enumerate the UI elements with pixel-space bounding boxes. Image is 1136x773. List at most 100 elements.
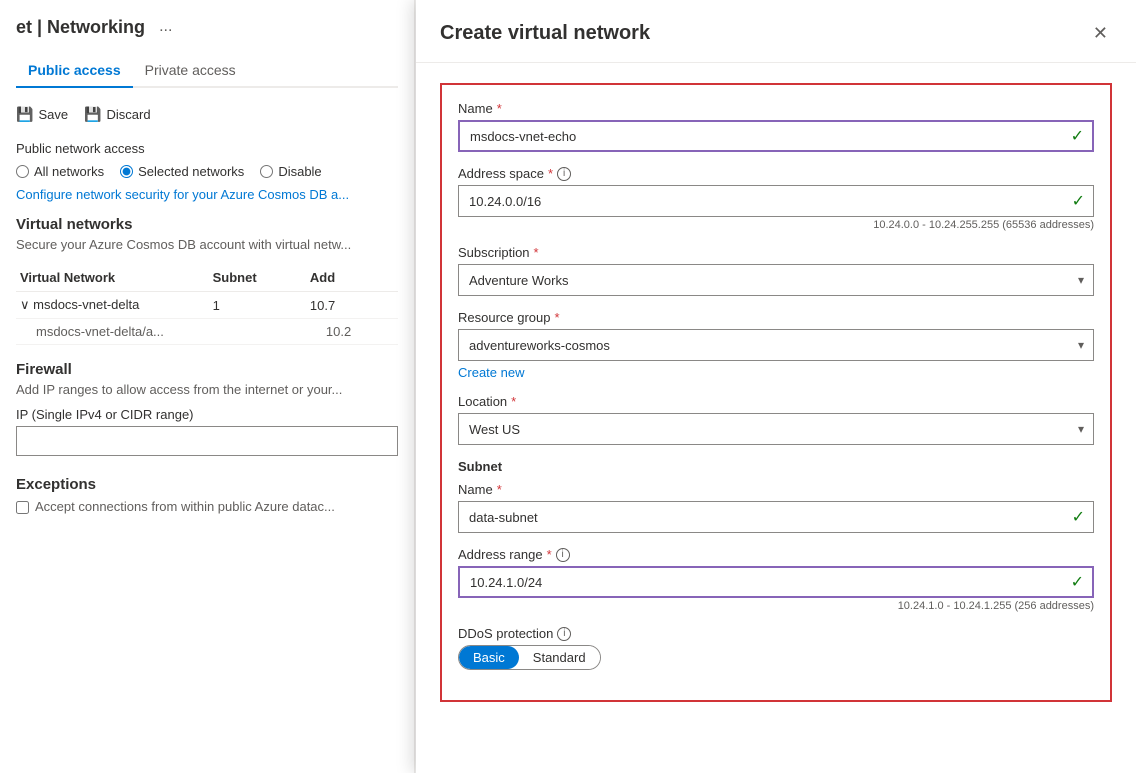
subscription-select-wrap: Adventure Works ▾	[458, 264, 1094, 296]
address-space-label: Address space * i	[458, 166, 1094, 181]
configure-network-link[interactable]: Configure network security for your Azur…	[16, 187, 398, 202]
subscription-select[interactable]: Adventure Works	[458, 264, 1094, 296]
resource-group-select[interactable]: adventureworks-cosmos	[458, 329, 1094, 361]
exception-checkbox[interactable]	[16, 501, 29, 514]
location-select-wrap: West US ▾	[458, 413, 1094, 445]
save-icon: 💾	[16, 106, 33, 123]
ddos-label: DDoS protection i	[458, 626, 1094, 641]
page-title: et | Networking	[16, 17, 145, 38]
address-space-field-group: Address space * i ✓ 10.24.0.0 - 10.24.25…	[458, 166, 1094, 231]
resource-group-select-wrap: adventureworks-cosmos ▾	[458, 329, 1094, 361]
subscription-field-group: Subscription * Adventure Works ▾	[458, 245, 1094, 296]
radio-all-networks[interactable]: All networks	[16, 164, 104, 179]
name-required: *	[497, 101, 502, 116]
vnet-name-cell: ∨ msdocs-vnet-delta	[16, 292, 209, 319]
ip-input[interactable]	[16, 426, 398, 456]
firewall-desc: Add IP ranges to allow access from the i…	[16, 382, 398, 397]
table-row: msdocs-vnet-delta/a... 10.2	[16, 319, 398, 345]
ip-label: IP (Single IPv4 or CIDR range)	[16, 407, 398, 422]
name-input[interactable]	[470, 129, 1082, 144]
form-box: Name * ✓ Address space * i	[440, 83, 1112, 702]
address-space-info-icon[interactable]: i	[557, 167, 571, 181]
subnet-name-input[interactable]	[469, 510, 1083, 525]
exception-checkbox-item[interactable]: Accept connections from within public Az…	[16, 499, 398, 514]
address-range-input-box: ✓	[458, 566, 1094, 598]
save-button[interactable]: 💾 Save	[16, 102, 68, 127]
name-check-icon: ✓	[1071, 126, 1084, 146]
resource-group-label: Resource group *	[458, 310, 1094, 325]
address-range-required: *	[547, 547, 552, 562]
discard-button[interactable]: 💾 Discard	[84, 102, 151, 127]
address-range-label: Address range * i	[458, 547, 1094, 562]
address-space-input-wrap: ✓	[458, 185, 1094, 217]
location-field-group: Location * West US ▾	[458, 394, 1094, 445]
radio-disable[interactable]: Disable	[260, 164, 321, 179]
subnet-name-input-wrap: ✓	[458, 501, 1094, 533]
subnet-name-cell: msdocs-vnet-delta/a...	[16, 319, 209, 345]
panel-title: Create virtual network	[440, 22, 650, 45]
address-range-check-icon: ✓	[1071, 572, 1084, 592]
ddos-basic-option[interactable]: Basic	[459, 646, 519, 669]
subnet-section-title: Subnet	[458, 459, 1094, 474]
address-space-hint: 10.24.0.0 - 10.24.255.255 (65536 address…	[458, 219, 1094, 231]
tabs: Public access Private access	[16, 54, 398, 88]
discard-label: Discard	[107, 107, 151, 122]
address-range-info-icon[interactable]: i	[556, 548, 570, 562]
subnet-name-input-box: ✓	[458, 501, 1094, 533]
radio-selected-networks[interactable]: Selected networks	[120, 164, 244, 179]
resource-group-required: *	[555, 310, 560, 325]
create-vnet-panel: Create virtual network ✕ Name * ✓	[416, 0, 1136, 773]
network-access-radio-group: All networks Selected networks Disable	[16, 164, 398, 179]
ddos-standard-option[interactable]: Standard	[519, 646, 600, 669]
address-space-input-box: ✓	[458, 185, 1094, 217]
panel-header: Create virtual network ✕	[416, 0, 1136, 63]
subnet-name-required: *	[497, 482, 502, 497]
toolbar: 💾 Save 💾 Discard	[16, 102, 398, 127]
ddos-info-icon[interactable]: i	[557, 627, 571, 641]
ddos-toggle-group: Basic Standard	[458, 645, 1094, 670]
subnet-subnet-cell	[209, 319, 306, 345]
create-new-link[interactable]: Create new	[458, 365, 524, 380]
address-range-input-wrap: ✓	[458, 566, 1094, 598]
exception-label: Accept connections from within public Az…	[35, 499, 335, 514]
vnet-subnet-cell: 1	[209, 292, 306, 319]
address-range-field-group: Address range * i ✓ 10.24.1.0 - 10.24.1.…	[458, 547, 1094, 612]
tab-private-access[interactable]: Private access	[133, 54, 248, 88]
firewall-section: Firewall Add IP ranges to allow access f…	[16, 361, 398, 466]
address-space-input[interactable]	[469, 194, 1083, 209]
address-space-required: *	[548, 166, 553, 181]
vnet-table: Virtual Network Subnet Add ∨ msdocs-vnet…	[16, 264, 398, 345]
ddos-field-group: DDoS protection i Basic Standard	[458, 626, 1094, 670]
public-network-access-label: Public network access	[16, 141, 398, 156]
address-range-input[interactable]	[470, 575, 1082, 590]
table-row: ∨ msdocs-vnet-delta 1 10.7	[16, 292, 398, 319]
location-label: Location *	[458, 394, 1094, 409]
save-label: Save	[38, 107, 68, 122]
firewall-title: Firewall	[16, 361, 398, 378]
name-field-group: Name * ✓	[458, 101, 1094, 152]
left-panel: et | Networking ... Public access Privat…	[0, 0, 415, 773]
location-required: *	[511, 394, 516, 409]
close-button[interactable]: ✕	[1089, 20, 1112, 46]
subscription-required: *	[534, 245, 539, 260]
subscription-label: Subscription *	[458, 245, 1094, 260]
th-subnet: Subnet	[209, 264, 306, 292]
subnet-name-check-icon: ✓	[1072, 507, 1085, 527]
name-label: Name *	[458, 101, 1094, 116]
address-range-hint: 10.24.1.0 - 10.24.1.255 (256 addresses)	[458, 600, 1094, 612]
expand-icon[interactable]: ∨	[20, 297, 33, 312]
exceptions-section: Exceptions Accept connections from withi…	[16, 476, 398, 514]
page-header: et | Networking ...	[16, 16, 398, 38]
vnet-section-desc: Secure your Azure Cosmos DB account with…	[16, 237, 398, 252]
ddos-toggle: Basic Standard	[458, 645, 601, 670]
th-virtual-network: Virtual Network	[16, 264, 209, 292]
panel-body: Name * ✓ Address space * i	[416, 63, 1136, 773]
resource-group-field-group: Resource group * adventureworks-cosmos ▾…	[458, 310, 1094, 380]
name-input-box: ✓	[458, 120, 1094, 152]
vnet-section-title: Virtual networks	[16, 216, 398, 233]
location-select[interactable]: West US	[458, 413, 1094, 445]
address-space-check-icon: ✓	[1072, 191, 1085, 211]
vnet-address-cell: 10.7	[306, 292, 398, 319]
ellipsis-button[interactable]: ...	[153, 16, 178, 38]
tab-public-access[interactable]: Public access	[16, 54, 133, 88]
